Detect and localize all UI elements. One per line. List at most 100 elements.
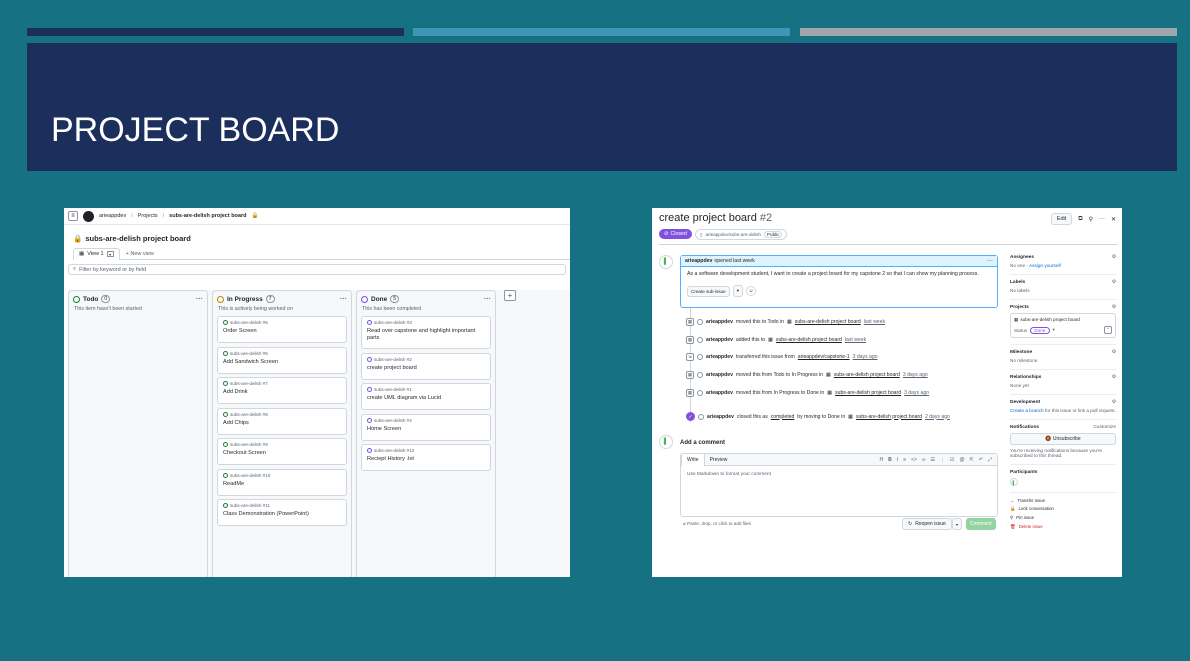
edit-button[interactable]: Edit bbox=[1050, 213, 1073, 225]
event-time[interactable]: 3 days ago bbox=[853, 354, 878, 360]
reply-icon[interactable]: ↶ bbox=[979, 457, 983, 463]
transfer-issue-button[interactable]: → Transfer issue bbox=[1010, 498, 1116, 503]
copy-icon[interactable]: ⧉ bbox=[1078, 216, 1082, 223]
avatar[interactable]: ▌ bbox=[1010, 478, 1018, 486]
more-options-icon[interactable]: ··· bbox=[987, 258, 993, 264]
board-card[interactable]: subs-are-delish #8 Add Chips bbox=[217, 407, 347, 435]
customize-link[interactable]: Customize bbox=[1093, 425, 1116, 430]
lock-conversation-button[interactable]: 🔒 Lock conversation bbox=[1010, 506, 1116, 512]
pin-icon[interactable]: ⚲ bbox=[1089, 216, 1093, 223]
board-card[interactable]: subs-are-delish #9 Checkout Screen bbox=[217, 438, 347, 465]
reopen-issue-button[interactable]: ↻ Reopen issue bbox=[902, 518, 952, 530]
avatar[interactable] bbox=[697, 319, 703, 325]
event-actor[interactable]: arieappdev bbox=[706, 390, 733, 396]
unsubscribe-button[interactable]: 🔕 Unsubscribe bbox=[1010, 433, 1116, 445]
menu-icon[interactable]: ≡ bbox=[68, 211, 78, 221]
card-title[interactable]: create project board bbox=[367, 365, 485, 372]
gear-icon[interactable]: ⚙ bbox=[1112, 255, 1116, 260]
quote-icon[interactable]: ≡ bbox=[903, 457, 906, 463]
assign-yourself-link[interactable]: Assign yourself bbox=[1029, 263, 1061, 268]
board-card[interactable]: subs-are-delish #1 create UML diagram vi… bbox=[361, 383, 491, 410]
event-link[interactable]: arieappdev/capstone-1 bbox=[798, 354, 850, 360]
filter-input[interactable]: ⌕ Filter by keyword or by field bbox=[68, 264, 566, 275]
gear-icon[interactable]: ⚙ bbox=[1112, 305, 1116, 310]
bold-icon[interactable]: B bbox=[888, 457, 892, 463]
event-actor[interactable]: arieappdev bbox=[706, 372, 733, 378]
chevron-down-icon[interactable]: ▾ bbox=[1053, 327, 1055, 333]
comment-button[interactable]: Comment bbox=[966, 518, 996, 530]
create-branch-link[interactable]: Create a branch bbox=[1010, 408, 1044, 413]
event-link[interactable]: subs-are-delish project board bbox=[856, 414, 922, 420]
chevron-down-icon[interactable]: ▾ bbox=[106, 251, 114, 257]
mention-icon[interactable]: @ bbox=[960, 457, 965, 463]
delete-issue-button[interactable]: 🗑 Delete issue bbox=[1010, 524, 1116, 530]
event-actor[interactable]: arieappdev bbox=[706, 337, 733, 343]
italic-icon[interactable]: I bbox=[897, 457, 898, 463]
card-title[interactable]: Read over capstone and highlight importa… bbox=[367, 328, 485, 342]
gear-icon[interactable]: ⚙ bbox=[1112, 375, 1116, 380]
board-card[interactable]: subs-are-delish #11 Class Demonstration … bbox=[217, 499, 347, 526]
tab-write[interactable]: Write bbox=[681, 453, 705, 466]
smiley-icon[interactable]: ☺ bbox=[746, 286, 757, 296]
avatar[interactable]: ▌ bbox=[659, 255, 673, 269]
more-options-icon[interactable]: ··· bbox=[484, 296, 491, 303]
create-subissue-button[interactable]: Create sub-issue bbox=[687, 285, 730, 297]
more-options-icon[interactable]: ··· bbox=[196, 296, 203, 303]
card-title[interactable]: Reciept History .txt bbox=[367, 456, 485, 463]
tab-preview[interactable]: Preview bbox=[705, 454, 733, 466]
event-completed-link[interactable]: completed bbox=[771, 414, 795, 420]
card-title[interactable]: ReadMe bbox=[223, 481, 341, 488]
github-logo-icon[interactable] bbox=[83, 210, 94, 222]
more-options-icon[interactable]: ··· bbox=[340, 296, 347, 303]
gear-icon[interactable]: ⚙ bbox=[1112, 350, 1116, 355]
gear-icon[interactable]: ⚙ bbox=[1112, 400, 1116, 405]
card-title[interactable]: Add Drink bbox=[223, 389, 341, 396]
card-title[interactable]: Add Chips bbox=[223, 420, 341, 427]
status-select[interactable]: Done bbox=[1030, 326, 1050, 334]
breadcrumb-user[interactable]: arieappdev bbox=[99, 213, 126, 219]
breadcrumb-projects[interactable]: Projects bbox=[138, 213, 158, 219]
event-actor[interactable]: arieappdev bbox=[706, 354, 733, 360]
event-link[interactable]: subs-are-delish project board bbox=[795, 319, 861, 325]
event-time[interactable]: 3 days ago bbox=[904, 390, 929, 396]
event-time[interactable]: 2 days ago bbox=[925, 414, 950, 420]
board-card[interactable]: subs-are-delish #5 Order Screen bbox=[217, 316, 347, 343]
task-list-icon[interactable]: ☑ bbox=[950, 457, 954, 463]
board-card[interactable]: subs-are-delish #12 Reciept History .txt bbox=[361, 444, 491, 471]
card-title[interactable]: create UML diagram via Lucid bbox=[367, 395, 485, 402]
event-time[interactable]: last week bbox=[845, 337, 866, 343]
card-title[interactable]: Order Screen bbox=[223, 328, 341, 335]
new-view-button[interactable]: + New view bbox=[126, 251, 154, 257]
event-link[interactable]: subs-are-delish project board bbox=[835, 390, 901, 396]
code-icon[interactable]: <> bbox=[911, 457, 917, 463]
avatar[interactable] bbox=[697, 390, 703, 396]
pin-issue-button[interactable]: ⚲ Pin issue bbox=[1010, 515, 1116, 521]
board-card[interactable]: subs-are-delish #3 Read over capstone an… bbox=[361, 316, 491, 349]
add-column-button[interactable]: + bbox=[504, 290, 516, 301]
card-title[interactable]: Home Screen bbox=[367, 426, 485, 433]
chevron-down-icon[interactable]: ▾ bbox=[952, 518, 962, 530]
more-options-icon[interactable]: ··· bbox=[1099, 216, 1105, 222]
board-card[interactable]: subs-are-delish #4 Home Screen bbox=[361, 413, 491, 441]
board-card[interactable]: subs-are-delish #6 Add Sandwich Screen bbox=[217, 346, 347, 374]
card-title[interactable]: Checkout Screen bbox=[223, 450, 341, 457]
gear-icon[interactable]: ⚙ bbox=[1112, 280, 1116, 285]
reference-icon[interactable]: ⇱ bbox=[970, 457, 974, 463]
project-name[interactable]: subs-are-delish project board bbox=[1020, 317, 1080, 323]
repo-badge[interactable]: ▯ arieappdev/subs-are-delish Public bbox=[695, 229, 788, 240]
fullscreen-icon[interactable]: ⤢ bbox=[988, 457, 992, 463]
card-title[interactable]: Class Demonstration (PowerPoint) bbox=[223, 511, 341, 518]
avatar[interactable] bbox=[697, 354, 703, 360]
board-card[interactable]: subs-are-delish #2 create project board bbox=[361, 352, 491, 380]
numbered-list-icon[interactable]: ⋮ bbox=[940, 457, 945, 463]
board-card[interactable]: subs-are-delish #10 ReadMe bbox=[217, 468, 347, 496]
avatar[interactable] bbox=[697, 372, 703, 378]
event-time[interactable]: last week bbox=[864, 319, 885, 325]
board-card[interactable]: subs-are-delish #7 Add Drink bbox=[217, 377, 347, 404]
heading-icon[interactable]: H bbox=[880, 457, 884, 463]
breadcrumb-project[interactable]: subs-are-delish project board bbox=[169, 213, 246, 219]
avatar[interactable]: ▌ bbox=[659, 435, 673, 449]
event-time[interactable]: 3 days ago bbox=[903, 372, 928, 378]
card-title[interactable]: Add Sandwich Screen bbox=[223, 359, 341, 366]
collapse-icon[interactable]: ⌃ bbox=[1104, 326, 1112, 334]
